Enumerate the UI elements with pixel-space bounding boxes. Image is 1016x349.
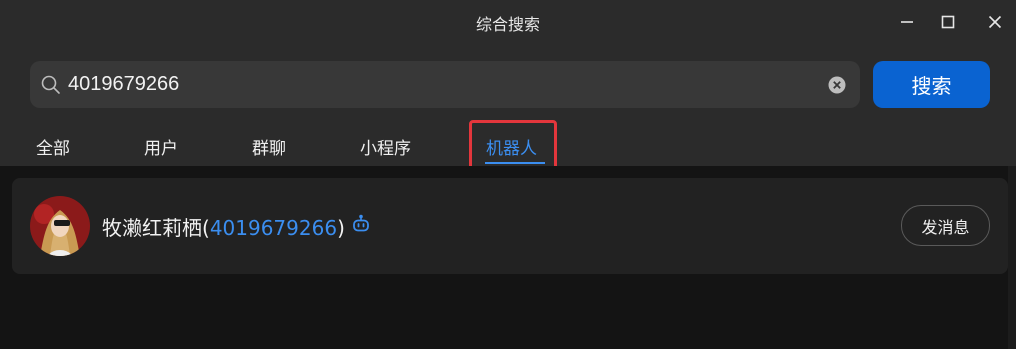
avatar bbox=[30, 196, 90, 256]
result-qq-number: 4019679266 bbox=[209, 216, 338, 240]
result-item[interactable]: 牧濑红莉栖(4019679266) 发消息 bbox=[12, 178, 1008, 274]
tab-groups[interactable]: 群聊 bbox=[252, 134, 286, 159]
clear-search-icon[interactable] bbox=[828, 76, 846, 94]
maximize-icon bbox=[941, 15, 955, 29]
search-input[interactable] bbox=[68, 61, 828, 108]
close-icon bbox=[988, 15, 1002, 29]
minimize-button[interactable] bbox=[892, 8, 922, 36]
search-box bbox=[30, 61, 860, 108]
minimize-icon bbox=[901, 21, 913, 23]
robot-icon bbox=[353, 214, 369, 232]
result-id-close-paren: ) bbox=[337, 216, 345, 240]
results-panel: 牧濑红莉栖(4019679266) 发消息 bbox=[0, 166, 1008, 349]
result-name: 牧濑红莉栖(4019679266) bbox=[102, 212, 345, 241]
title-bar: 综合搜索 bbox=[0, 0, 1016, 44]
result-nickname: 牧濑红莉栖 bbox=[102, 216, 202, 240]
tab-robots[interactable]: 机器人 bbox=[486, 134, 537, 159]
tab-users[interactable]: 用户 bbox=[144, 134, 178, 159]
tab-mini-programs[interactable]: 小程序 bbox=[360, 134, 411, 159]
maximize-button[interactable] bbox=[933, 8, 963, 36]
search-icon bbox=[41, 75, 60, 94]
tab-all[interactable]: 全部 bbox=[36, 134, 70, 159]
send-message-button[interactable]: 发消息 bbox=[901, 205, 990, 246]
category-tabs: 全部 用户 群聊 小程序 机器人 bbox=[0, 122, 1016, 166]
window-title: 综合搜索 bbox=[475, 15, 540, 34]
search-button[interactable]: 搜索 bbox=[873, 61, 990, 108]
window-edge bbox=[1008, 166, 1016, 349]
close-window-button[interactable] bbox=[980, 8, 1010, 36]
search-window: 综合搜索 搜索 全部 bbox=[0, 0, 1016, 349]
result-id-open-paren: ( bbox=[202, 216, 210, 240]
active-tab-indicator bbox=[485, 162, 545, 164]
